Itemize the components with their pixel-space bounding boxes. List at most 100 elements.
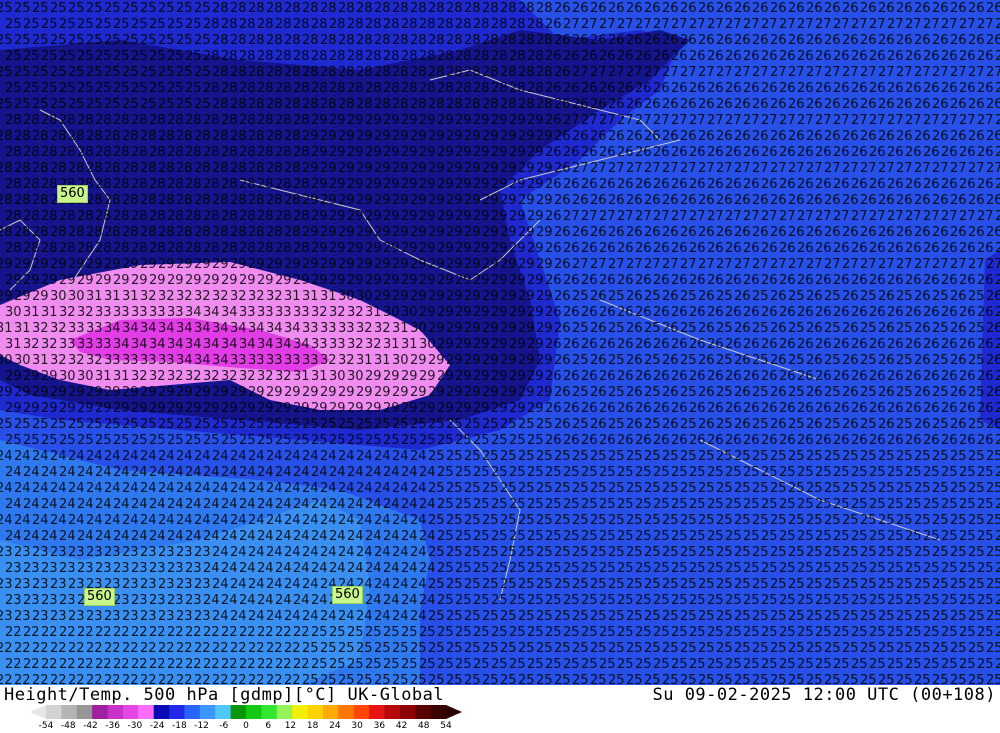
temperature-value: 29	[50, 385, 67, 400]
temperature-value: 26	[968, 129, 985, 144]
temperature-value: 25	[455, 625, 472, 640]
temperature-value: 25	[338, 641, 355, 656]
temperature-value: 25	[473, 465, 490, 480]
temperature-value: 28	[95, 209, 112, 224]
temperature-value: 26	[554, 97, 571, 112]
temperature-value: 25	[158, 1, 175, 16]
temperature-value: 33	[122, 353, 139, 368]
temperature-value: 28	[428, 97, 445, 112]
temperature-value: 24	[284, 449, 301, 464]
temperature-value: 28	[392, 1, 409, 16]
temperature-value: 28	[284, 225, 301, 240]
temperature-value: 29	[509, 209, 526, 224]
temperature-value: 28	[158, 225, 175, 240]
temperature-value: 25	[473, 625, 490, 640]
colorbar-tick-label: 6	[265, 721, 272, 731]
temperature-value: 29	[131, 273, 148, 288]
temperature-value: 29	[149, 401, 166, 416]
temperature-value: 29	[428, 193, 445, 208]
temperature-value: 26	[761, 401, 778, 416]
temperature-value: 29	[140, 385, 157, 400]
temperature-value: 26	[815, 401, 832, 416]
temperature-value: 22	[113, 657, 130, 672]
temperature-value: 28	[95, 241, 112, 256]
temperature-value: 26	[959, 433, 976, 448]
temperature-value: 28	[68, 129, 85, 144]
temperature-value: 25	[779, 497, 796, 512]
temperature-value: 28	[113, 241, 130, 256]
temperature-value: 25	[590, 577, 607, 592]
temperature-value: 28	[41, 241, 58, 256]
temperature-value: 28	[266, 161, 283, 176]
temperature-value: 25	[743, 529, 760, 544]
temperature-value: 28	[77, 209, 94, 224]
temperature-value: 26	[761, 369, 778, 384]
temperature-value: 24	[122, 449, 139, 464]
temperature-value: 28	[176, 193, 193, 208]
temperature-value: 29	[0, 257, 13, 272]
temperature-value: 28	[5, 177, 22, 192]
temperature-value: 27	[752, 65, 769, 80]
temperature-value: 29	[356, 385, 373, 400]
temperature-value: 25	[329, 625, 346, 640]
temperature-value: 27	[572, 65, 589, 80]
temperature-value: 25	[815, 593, 832, 608]
temperature-value: 26	[698, 321, 715, 336]
temperature-value: 22	[14, 641, 31, 656]
temperature-value: 25	[32, 97, 49, 112]
temperature-value: 27	[815, 17, 832, 32]
temperature-value: 26	[842, 289, 859, 304]
temperature-value: 28	[527, 49, 544, 64]
temperature-value: 25	[5, 81, 22, 96]
temperature-value: 25	[752, 673, 769, 685]
temperature-value: 24	[230, 449, 247, 464]
temperature-value: 29	[500, 289, 517, 304]
temperature-value: 29	[455, 209, 472, 224]
temperature-value: 26	[815, 337, 832, 352]
temperature-value: 26	[761, 337, 778, 352]
temperature-value: 25	[743, 593, 760, 608]
temperature-value: 26	[590, 1, 607, 16]
temperature-value: 25	[491, 529, 508, 544]
temperature-value: 29	[230, 257, 247, 272]
temperature-value: 32	[365, 337, 382, 352]
temperature-value: 29	[482, 321, 499, 336]
temperature-value: 25	[167, 49, 184, 64]
temperature-value: 25	[725, 497, 742, 512]
temperature-value: 26	[635, 433, 652, 448]
temperature-value: 25	[563, 593, 580, 608]
temperature-value: 29	[383, 369, 400, 384]
temperature-value: 23	[32, 577, 49, 592]
temperature-value: 28	[248, 33, 265, 48]
temperature-value: 26	[554, 65, 571, 80]
temperature-value: 29	[464, 257, 481, 272]
temperature-value: 25	[563, 657, 580, 672]
temperature-value: 26	[725, 273, 742, 288]
temperature-value: 25	[950, 577, 967, 592]
temperature-value: 29	[527, 369, 544, 384]
temperature-value: 26	[545, 17, 562, 32]
temperature-value: 24	[41, 529, 58, 544]
temperature-value: 26	[752, 1, 769, 16]
temperature-value: 32	[185, 369, 202, 384]
temperature-value: 28	[293, 113, 310, 128]
temperature-value: 26	[653, 81, 670, 96]
temperature-value: 25	[491, 657, 508, 672]
temperature-value: 25	[806, 641, 823, 656]
colorbar-tick-label: 12	[284, 721, 297, 731]
temperature-value: 29	[329, 145, 346, 160]
temperature-value: 24	[212, 577, 229, 592]
temperature-value: 26	[662, 417, 679, 432]
temperature-value: 27	[977, 209, 994, 224]
temperature-value: 25	[761, 561, 778, 576]
temperature-value: 26	[842, 1, 859, 16]
temperature-value: 32	[311, 305, 328, 320]
temperature-value: 27	[671, 113, 688, 128]
temperature-value: 24	[257, 529, 274, 544]
temperature-value: 25	[725, 593, 742, 608]
temperature-value: 24	[50, 481, 67, 496]
temperature-value: 29	[428, 289, 445, 304]
temperature-value: 23	[50, 609, 67, 624]
temperature-value: 26	[662, 225, 679, 240]
temperature-value: 28	[86, 161, 103, 176]
